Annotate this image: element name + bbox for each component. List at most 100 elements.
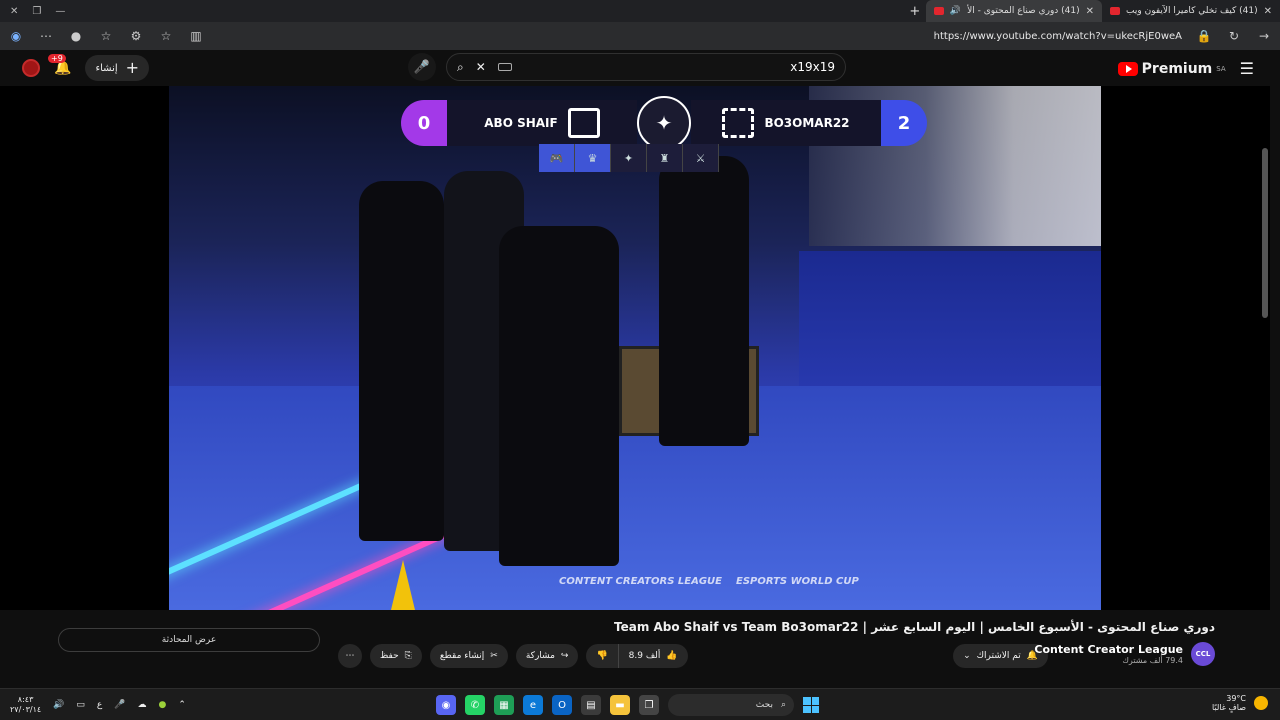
left-team-name: ABO SHAIF: [484, 116, 558, 130]
clip-button[interactable]: إنشاء مقطع ✂: [429, 644, 508, 668]
favorite-icon[interactable]: ☆: [158, 28, 174, 44]
save-button[interactable]: حفظ ⎘: [370, 644, 422, 668]
scissors-icon: ✂: [490, 651, 498, 661]
search-placeholder: بحث: [755, 700, 773, 710]
search-input[interactable]: ⌕ ✕ x19x19: [446, 53, 846, 81]
save-label: حفظ: [380, 651, 399, 661]
sun-icon: [1254, 696, 1268, 710]
file-explorer-icon[interactable]: ▬: [610, 695, 630, 715]
tab-title: (41) دوري صناع المحتوى - الأ: [967, 6, 1080, 16]
voice-search-icon[interactable]: 🎤: [408, 53, 436, 81]
dislike-button[interactable]: 👎: [586, 644, 619, 668]
clock-date: ٢٧/٠٣/١٤: [10, 704, 42, 714]
tab-title: (41) كيف تخلي كاميرا الآيفون ويب: [1126, 6, 1258, 16]
new-tab-button[interactable]: +: [904, 4, 926, 19]
youtube-header: 🔔 +9 إنشاء + 🎤 ⌕ ✕ x19x19 Premium SA ☰: [0, 50, 1280, 86]
outlook-icon[interactable]: O: [552, 695, 572, 715]
show-hidden-icons-icon[interactable]: ⌃: [178, 700, 186, 710]
close-window-icon[interactable]: ✕: [10, 6, 18, 17]
browser-tab-active[interactable]: ✕ (41) دوري صناع المحتوى - الأ 🔊: [925, 0, 1103, 22]
taskbar-apps: ◉ ✆ ▦ e O ▤ ▬ ❐ بحث ⌕: [436, 694, 819, 716]
channel-avatar[interactable]: CCL: [1191, 642, 1215, 666]
volume-icon[interactable]: 🔊: [53, 700, 64, 710]
store-icon[interactable]: ▤: [581, 695, 601, 715]
display-icon[interactable]: ▭: [76, 700, 85, 710]
system-clock[interactable]: ٨:٤٣ ٢٧/٠٣/١٤: [10, 695, 41, 714]
page-scrollbar[interactable]: [1262, 148, 1268, 318]
input-language[interactable]: ع: [97, 700, 102, 710]
temperature: 39°C: [1226, 694, 1246, 703]
tower-icon: ♜: [647, 144, 683, 172]
speaker-icon[interactable]: 🔊: [950, 6, 961, 16]
refresh-icon[interactable]: ↻: [1226, 28, 1242, 44]
edge-icon[interactable]: e: [523, 695, 543, 715]
video-frame[interactable]: 0 ABO SHAIF ✦ BO3OMAR22 2 🎮 ♛ ✦ ♜ ⚔ CONT…: [169, 86, 1101, 610]
action-bar: ⋯ حفظ ⎘ إنشاء مقطع ✂ مشاركة ↪ 👎 8.9 ألف …: [338, 644, 688, 668]
profile-icon[interactable]: ●: [68, 28, 84, 44]
share-button[interactable]: مشاركة ↪: [515, 644, 579, 668]
windows-start-icon[interactable]: [803, 697, 819, 713]
more-actions-button[interactable]: ⋯: [338, 644, 362, 668]
split-screen-icon[interactable]: ▥: [188, 28, 204, 44]
youtube-play-icon: [1117, 61, 1138, 76]
like-button[interactable]: 8.9 ألف 👍: [619, 644, 688, 668]
video-title: دوري صناع المحتوى - الأسبوع الخامس | الي…: [613, 620, 1215, 634]
windows-taskbar: ٨:٤٣ ٢٧/٠٣/١٤ 🔊 ▭ ع 🎤 ☁ ● ⌃ ◉ ✆ ▦ e O ▤ …: [0, 688, 1280, 720]
minimize-window-icon[interactable]: —: [55, 6, 65, 17]
restore-window-icon[interactable]: ❐: [32, 6, 41, 17]
collections-icon[interactable]: ☆: [98, 28, 114, 44]
right-score: 2: [881, 100, 927, 146]
close-tab-icon[interactable]: ✕: [1086, 6, 1094, 17]
game-icons-strip: 🎮 ♛ ✦ ♜ ⚔: [539, 144, 719, 172]
taskbar-search[interactable]: بحث ⌕: [668, 694, 794, 716]
search-icon[interactable]: ⌕: [457, 60, 464, 75]
notifications-bell-icon[interactable]: 🔔 +9: [48, 54, 71, 76]
spreadsheet-icon[interactable]: ▦: [494, 695, 514, 715]
channel-name[interactable]: Content Creator League: [1034, 643, 1183, 656]
keyboard-icon[interactable]: [497, 63, 512, 71]
team-logo-icon: [722, 108, 755, 138]
hamburger-menu-icon[interactable]: ☰: [1240, 59, 1254, 78]
ewc-watermark: ESPORTS WORLD CUP: [736, 576, 859, 587]
weather-widget[interactable]: 39°C صافٍ غالبًا: [1212, 694, 1268, 712]
clear-search-icon[interactable]: ✕: [476, 60, 486, 74]
address-bar[interactable]: https://www.youtube.com/watch?v=ukecRjE0…: [934, 31, 1182, 42]
task-view-icon[interactable]: ❐: [639, 695, 659, 715]
copilot-icon[interactable]: ◉: [8, 28, 24, 44]
extensions-icon[interactable]: ⚙: [128, 28, 144, 44]
plus-icon: +: [125, 58, 140, 77]
like-dislike-group: 👎 8.9 ألف 👍: [586, 644, 688, 668]
create-label: إنشاء: [95, 62, 118, 74]
person-figure: [499, 226, 619, 566]
person-figure: [359, 181, 444, 541]
discord-icon[interactable]: ◉: [436, 695, 456, 715]
league-watermark: CONTENT CREATORS LEAGUE: [559, 576, 722, 587]
account-avatar[interactable]: [22, 59, 40, 77]
youtube-premium-logo[interactable]: Premium SA: [1117, 60, 1226, 77]
back-icon[interactable]: →: [1256, 28, 1272, 44]
create-button[interactable]: إنشاء +: [85, 55, 150, 81]
premium-label: Premium: [1141, 60, 1213, 77]
show-chat-button[interactable]: عرض المحادثة: [58, 628, 320, 652]
traffic-cone: [391, 560, 415, 610]
cloud-icon[interactable]: ☁: [138, 700, 147, 710]
like-count: 8.9 ألف: [628, 651, 661, 661]
league-emblem-icon: ✦: [637, 96, 691, 150]
close-tab-icon[interactable]: ✕: [1264, 6, 1272, 17]
more-icon[interactable]: ⋯: [38, 28, 54, 44]
video-player[interactable]: 0 ABO SHAIF ✦ BO3OMAR22 2 🎮 ♛ ✦ ♜ ⚔ CONT…: [0, 86, 1270, 610]
browser-toolbar: ◉ ⋯ ● ☆ ⚙ ☆ ▥ https://www.youtube.com/wa…: [0, 22, 1280, 50]
browser-tab[interactable]: ✕ (41) كيف تخلي كاميرا الآيفون ويب: [1102, 0, 1280, 22]
left-team: ABO SHAIF: [447, 100, 637, 146]
scoreboard-overlay: 0 ABO SHAIF ✦ BO3OMAR22 2: [401, 96, 927, 150]
clock-time: ٨:٤٣: [17, 694, 34, 704]
lock-icon[interactable]: 🔒: [1196, 28, 1212, 44]
whatsapp-icon[interactable]: ✆: [465, 695, 485, 715]
controller-icon: 🎮: [539, 144, 575, 172]
share-label: مشاركة: [525, 651, 555, 661]
microphone-icon[interactable]: 🎤: [114, 700, 125, 710]
person-figure: [659, 156, 749, 446]
browser-tab-strip: ✕ ❐ — + ✕ (41) دوري صناع المحتوى - الأ 🔊…: [0, 0, 1280, 22]
thumbs-up-icon: 👍: [666, 651, 678, 661]
app-tray-icon[interactable]: ●: [159, 700, 167, 710]
